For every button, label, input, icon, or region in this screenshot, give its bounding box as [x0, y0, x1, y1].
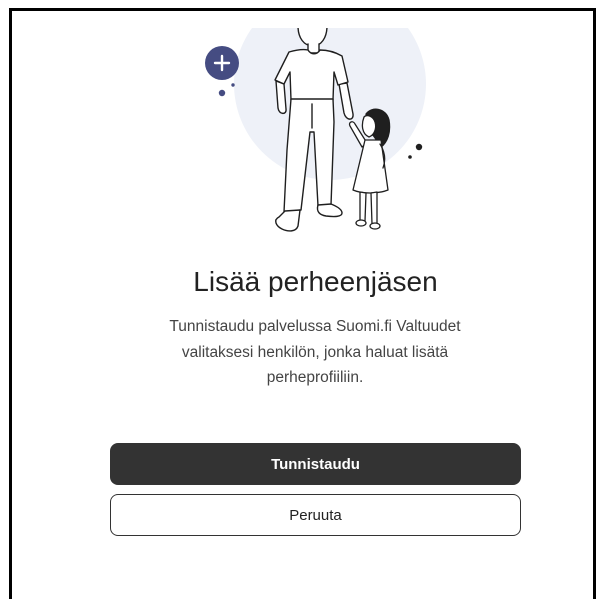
plus-icon [205, 46, 239, 80]
decorative-dot [408, 155, 412, 159]
cancel-button[interactable]: Peruuta [110, 494, 521, 536]
dialog-description: Tunnistaudu palvelussa Suomi.fi Valtuude… [169, 318, 461, 386]
decorative-dot [231, 83, 235, 87]
identify-button-label: Tunnistaudu [271, 455, 360, 473]
identify-button[interactable]: Tunnistaudu [110, 443, 521, 485]
family-illustration [205, 28, 426, 232]
decorative-dot [415, 143, 423, 151]
dialog-title: Lisää perheenjäsen [193, 266, 438, 297]
decorative-dot [218, 89, 226, 97]
cancel-button-label: Peruuta [289, 506, 342, 524]
